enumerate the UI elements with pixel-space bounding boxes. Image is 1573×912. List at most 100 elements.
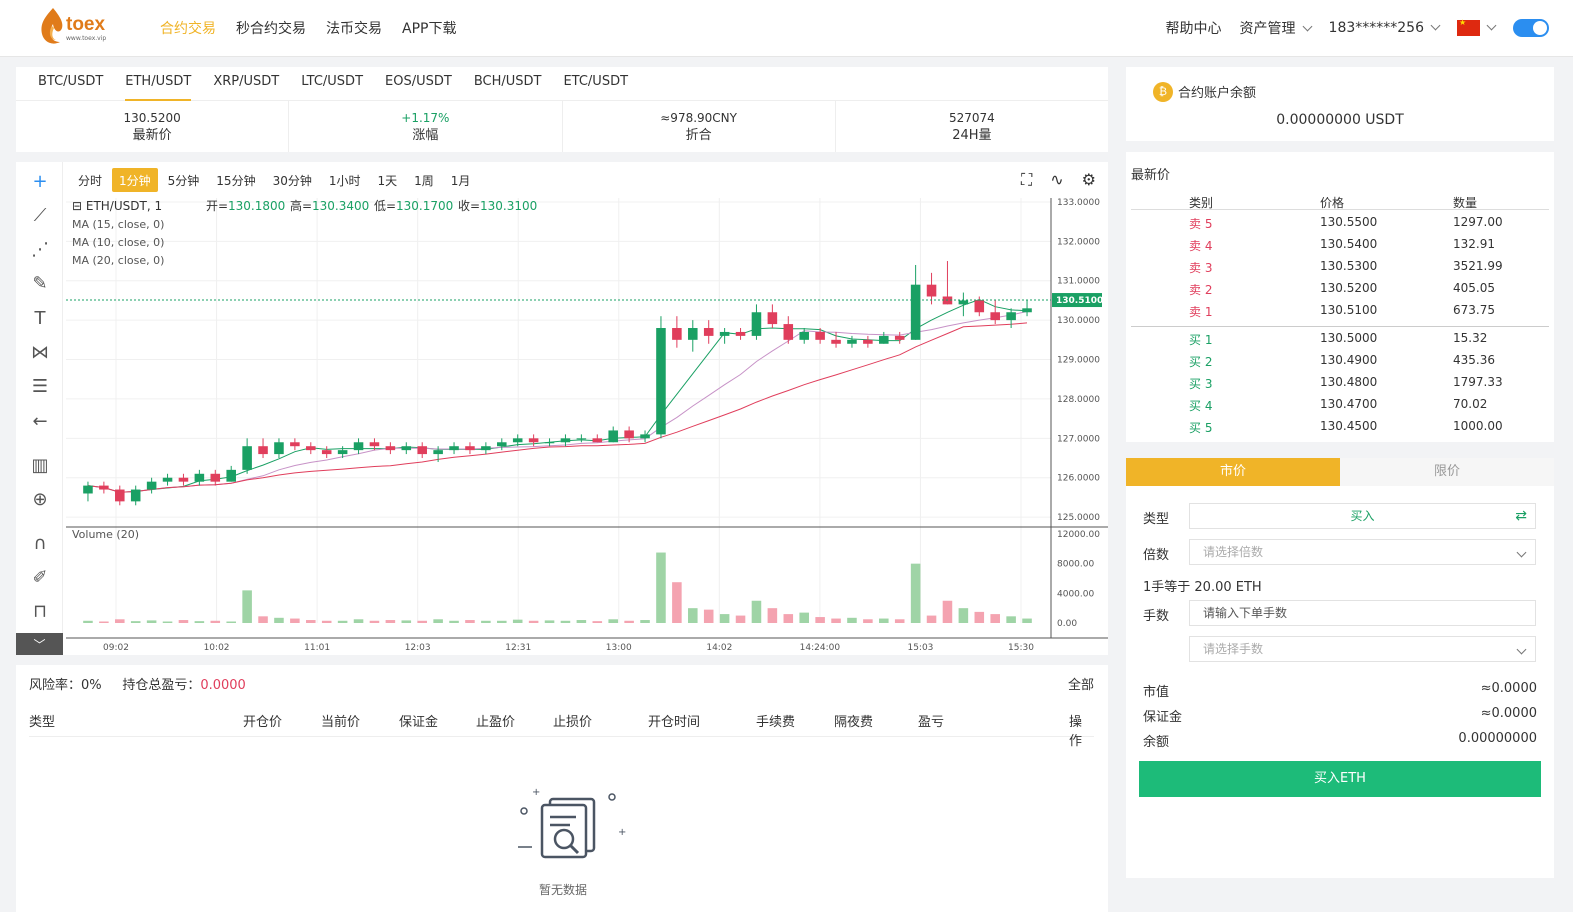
row-qty: 1297.00 <box>1453 215 1503 229</box>
brush-icon[interactable]: ✎ <box>28 272 52 296</box>
candle-body <box>226 469 236 482</box>
tab-market[interactable]: 市价 <box>1126 458 1340 486</box>
magnet-icon[interactable]: ∩ <box>28 532 52 556</box>
row-price: 130.5100 <box>1320 303 1378 317</box>
volume-bar <box>433 619 443 623</box>
pair-tab[interactable]: BCH/USDT <box>474 67 542 101</box>
all-positions-link[interactable]: 全部 <box>1068 674 1094 693</box>
lots-select[interactable]: 请选择手数 <box>1189 636 1536 662</box>
top-navbar: toex www.toex.vip 合约交易 秒合约交易 法币交易 APP下载 帮助中… <box>0 0 1573 57</box>
indicators-icon[interactable]: ∿ <box>1050 170 1063 190</box>
ruler-icon[interactable]: ▥ <box>28 454 52 478</box>
orderbook-row[interactable]: 卖 3 130.5300 3521.99 <box>1131 257 1549 279</box>
row-qty: 673.75 <box>1453 303 1495 317</box>
margin-label: 保证金 <box>1143 710 1183 725</box>
help-center-link[interactable]: 帮助中心 <box>1166 18 1222 38</box>
pair-tab[interactable]: ETH/USDT <box>125 67 192 101</box>
candlestick-chart[interactable]: 133.0000 132.0000 131.0000 130.0000 129.0000… <box>66 198 1108 653</box>
candle-body <box>815 331 825 340</box>
orderbook-row[interactable]: 买 3 130.4800 1797.33 <box>1131 373 1549 395</box>
chevron-down-icon[interactable]: ﹀ <box>16 633 63 655</box>
fib-tool-icon[interactable]: ⋰ <box>28 238 52 262</box>
candle-body <box>799 331 809 340</box>
volume-tick-label: 12000.00 <box>1057 530 1100 540</box>
positions-panel: 风险率：0% 持仓总盈亏：0.0000 全部 类型 开仓价 当前价 保证金 止盈价 止损价… <box>16 665 1108 912</box>
orderbook-row[interactable]: 买 5 130.4500 1000.00 <box>1131 417 1549 439</box>
tab-limit[interactable]: 限价 <box>1340 458 1554 486</box>
pattern-icon[interactable]: ⋈ <box>28 341 52 365</box>
order-type-tabs: 市价 限价 <box>1126 458 1554 486</box>
logo[interactable]: toex www.toex.vip <box>38 6 118 46</box>
y-tick-label: 127.0000 <box>1057 434 1100 444</box>
text-tool-icon[interactable]: T <box>28 307 52 331</box>
candle-body <box>576 438 587 440</box>
crosshair-icon[interactable]: + <box>28 170 52 194</box>
pair-tab[interactable]: BTC/USDT <box>38 67 103 101</box>
interval-tab[interactable]: 分时 <box>71 168 109 192</box>
nav-right: 帮助中心 资产管理 183******256 <box>1166 18 1549 38</box>
interval-tab[interactable]: 30分钟 <box>266 168 319 192</box>
lots-input[interactable]: 请输入下单手数 <box>1189 600 1536 626</box>
orderbook-row[interactable]: 卖 2 130.5200 405.05 <box>1131 279 1549 301</box>
row-qty: 15.32 <box>1453 331 1488 345</box>
multiplier-select[interactable]: 请选择倍数 <box>1189 539 1536 565</box>
row-qty: 132.91 <box>1453 237 1495 251</box>
volume-bar <box>910 563 921 623</box>
swap-icon[interactable]: ⇄ <box>1515 504 1527 528</box>
interval-tab[interactable]: 15分钟 <box>209 168 262 192</box>
trend-line-icon[interactable]: ⟋ <box>28 204 52 228</box>
fullscreen-icon[interactable]: ⛶ <box>1021 170 1032 190</box>
pair-tab[interactable]: LTC/USDT <box>301 67 363 101</box>
logo-text: toex <box>66 14 106 35</box>
candle-body <box>735 331 746 336</box>
nav-link[interactable]: APP下载 <box>402 18 456 38</box>
nav-link[interactable]: 合约交易 <box>160 18 216 38</box>
measure-icon[interactable]: ☰ <box>28 375 52 399</box>
pair-tab[interactable]: EOS/USDT <box>385 67 452 101</box>
lock-icon[interactable]: ⊓ <box>28 600 52 624</box>
orderbook-row[interactable]: 买 1 130.5000 15.32 <box>1131 329 1549 351</box>
pair-tab[interactable]: XRP/USDT <box>213 67 279 101</box>
candle-body <box>624 430 634 439</box>
legend-ohlc-value: 130.3100 <box>480 199 537 213</box>
interval-tab[interactable]: 1月 <box>444 168 478 192</box>
row-side: 买 5 <box>1189 421 1213 435</box>
gear-icon[interactable]: ⚙ <box>1082 170 1096 190</box>
volume-bar <box>385 620 396 623</box>
lock-drawing-icon[interactable]: ✐ <box>28 566 52 590</box>
chevron-down-icon <box>1302 21 1312 32</box>
buy-eth-button[interactable]: 买入ETH <box>1139 761 1541 797</box>
user-menu[interactable]: 183******256 <box>1329 20 1441 36</box>
orderbook-header: 类别 价格 数量 <box>1131 192 1549 210</box>
market-value-row: 市值 ≈0.0000 <box>1143 681 1537 700</box>
nav-link[interactable]: 法币交易 <box>326 18 382 38</box>
balance-value: 0.00000000 <box>1458 731 1537 746</box>
direction-select[interactable]: 买入 ⇄ <box>1189 503 1536 529</box>
arrow-left-icon[interactable]: ← <box>28 410 52 434</box>
row-side: 买 2 <box>1189 355 1213 369</box>
orderbook-row[interactable]: 卖 4 130.5400 132.91 <box>1131 235 1549 257</box>
stat-cny: ≈978.90CNY 折合 <box>563 101 836 152</box>
interval-tab[interactable]: 1周 <box>407 168 441 192</box>
last-price-value: 130.5100 <box>1056 296 1103 306</box>
zoom-in-icon[interactable]: ⊕ <box>28 488 52 512</box>
row-price: 130.5400 <box>1320 237 1378 251</box>
orderbook-row[interactable]: 卖 1 130.5100 673.75 <box>1131 301 1549 323</box>
orderbook-row[interactable]: 买 4 130.4700 70.02 <box>1131 395 1549 417</box>
row-price: 130.5300 <box>1320 259 1378 273</box>
lots-placeholder: 请输入下单手数 <box>1203 606 1288 620</box>
assets-menu[interactable]: 资产管理 <box>1240 18 1312 38</box>
volume-bar <box>497 620 507 623</box>
interval-tab[interactable]: 1分钟 <box>112 168 158 192</box>
pair-tab[interactable]: ETC/USDT <box>563 67 628 101</box>
orderbook-row[interactable]: 买 2 130.4900 435.36 <box>1131 351 1549 373</box>
volume-bar <box>306 620 316 623</box>
interval-tab[interactable]: 1小时 <box>322 168 368 192</box>
language-menu[interactable] <box>1457 18 1497 36</box>
positions-col: 当前价 <box>321 715 361 730</box>
interval-tab[interactable]: 1天 <box>371 168 405 192</box>
interval-tab[interactable]: 5分钟 <box>161 168 207 192</box>
orderbook-row[interactable]: 卖 5 130.5500 1297.00 <box>1131 213 1549 235</box>
nav-link[interactable]: 秒合约交易 <box>236 18 306 38</box>
theme-toggle[interactable] <box>1513 19 1549 37</box>
